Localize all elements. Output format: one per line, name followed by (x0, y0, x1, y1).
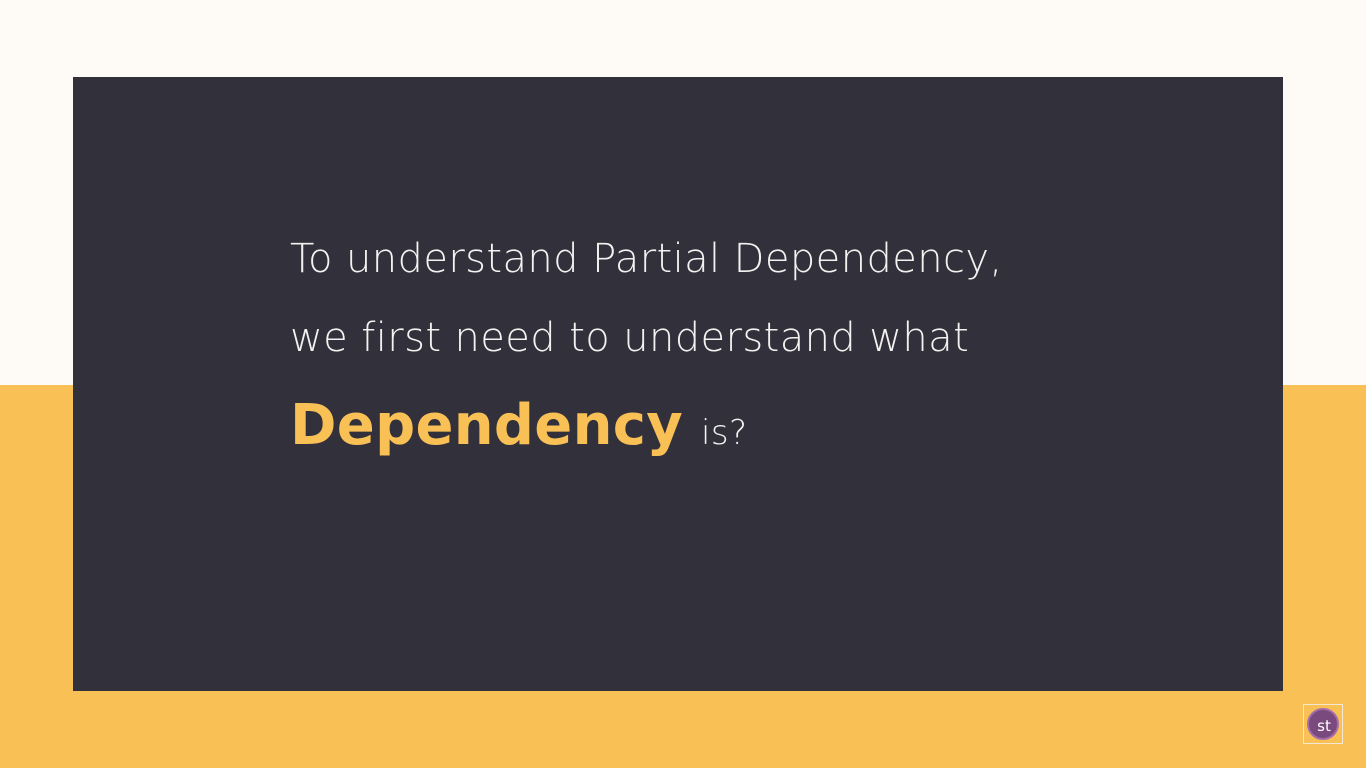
slide-text-line-2: we first need to understand what (290, 315, 970, 361)
logo-text: st (1317, 716, 1331, 735)
slide-text-line-3: Dependency is? (290, 398, 747, 454)
logo-circle: st (1307, 708, 1339, 740)
highlight-word: Dependency (290, 393, 684, 458)
studytonight-logo-icon: st (1303, 704, 1343, 744)
slide-text-line-1: To understand Partial Dependency, (290, 236, 1003, 282)
slide-text-tail: is? (701, 413, 748, 453)
slide-card (73, 77, 1283, 691)
